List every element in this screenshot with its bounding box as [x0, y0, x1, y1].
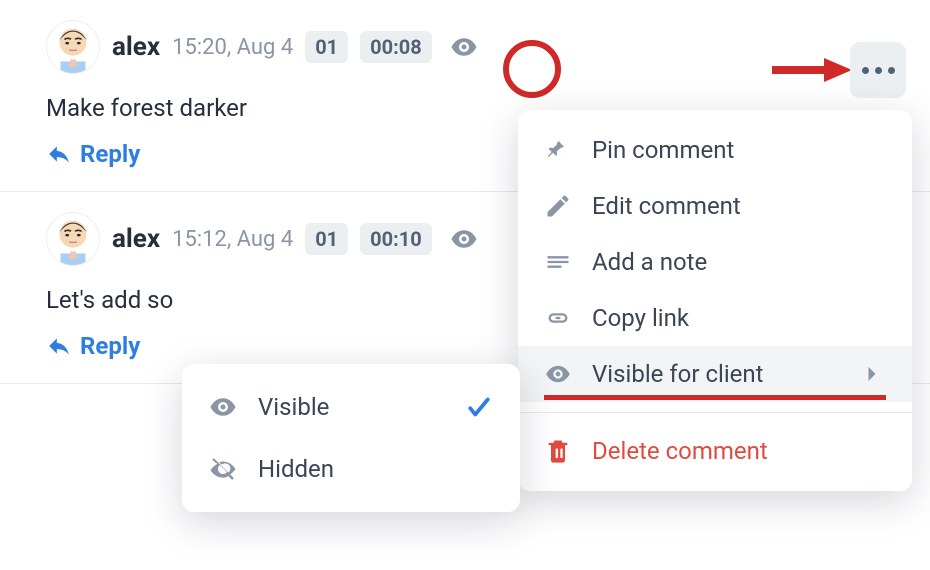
trash-icon [544, 437, 572, 465]
menu-pin-comment[interactable]: Pin comment [518, 122, 912, 178]
pencil-icon [544, 192, 572, 220]
reply-label: Reply [80, 140, 140, 168]
visibility-submenu: Visible Hidden [182, 364, 520, 512]
dots-icon [862, 67, 869, 74]
menu-label: Pin comment [592, 136, 734, 164]
menu-separator [518, 412, 912, 413]
frame-badge[interactable]: 01 [305, 223, 348, 255]
eye-icon [449, 224, 479, 254]
menu-label: Edit comment [592, 192, 741, 220]
eye-icon [544, 360, 572, 388]
reply-label: Reply [80, 332, 140, 360]
link-icon [544, 304, 572, 332]
chevron-right-icon [858, 360, 886, 388]
comment-author: alex [112, 32, 160, 62]
submenu-visible[interactable]: Visible [182, 376, 520, 438]
avatar[interactable] [46, 212, 100, 266]
avatar[interactable] [46, 20, 100, 74]
pin-icon [544, 136, 572, 164]
eye-icon [449, 32, 479, 62]
menu-label: Visible for client [592, 360, 764, 388]
comment-timestamp: 15:20, Aug 4 [172, 35, 293, 60]
submenu-label: Hidden [258, 455, 334, 483]
comment-header: alex 15:20, Aug 4 01 00:08 [46, 20, 900, 74]
menu-edit-comment[interactable]: Edit comment [518, 178, 912, 234]
comment-timestamp: 15:12, Aug 4 [172, 227, 293, 252]
comment-author: alex [112, 224, 160, 254]
menu-delete-comment[interactable]: Delete comment [518, 423, 912, 479]
reply-icon [46, 333, 72, 359]
menu-copy-link[interactable]: Copy link [518, 290, 912, 346]
note-icon [544, 248, 572, 276]
menu-label: Copy link [592, 304, 689, 332]
more-button[interactable] [850, 42, 906, 98]
timecode-badge[interactable]: 00:08 [360, 31, 432, 63]
menu-label: Delete comment [592, 437, 768, 465]
annotation-underline [544, 395, 886, 400]
visibility-toggle[interactable] [444, 219, 484, 259]
frame-badge[interactable]: 01 [305, 31, 348, 63]
visibility-toggle[interactable] [444, 27, 484, 67]
timecode-badge[interactable]: 00:10 [360, 223, 432, 255]
submenu-hidden[interactable]: Hidden [182, 438, 520, 500]
reply-button[interactable]: Reply [46, 140, 140, 168]
comment-actions-menu: Pin comment Edit comment Add a note Copy… [518, 110, 912, 491]
menu-label: Add a note [592, 248, 707, 276]
check-icon [464, 392, 494, 422]
eye-off-icon [208, 454, 238, 484]
menu-add-note[interactable]: Add a note [518, 234, 912, 290]
reply-icon [46, 141, 72, 167]
reply-button[interactable]: Reply [46, 332, 140, 360]
menu-visible-for-client[interactable]: Visible for client [518, 346, 912, 402]
eye-icon [208, 392, 238, 422]
submenu-label: Visible [258, 393, 329, 421]
